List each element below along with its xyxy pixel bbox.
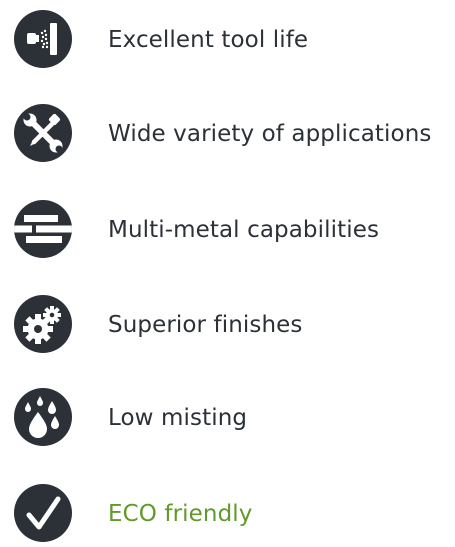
gears-icon xyxy=(14,295,72,353)
feature-item-multi-metal: Multi-metal capabilities xyxy=(0,193,455,263)
feature-item-eco: ECO friendly xyxy=(0,477,455,547)
feature-item-applications: Wide variety of applications xyxy=(0,97,455,167)
feature-item-low-misting: Low misting xyxy=(0,381,455,451)
checkmark-icon xyxy=(14,484,72,542)
feature-label-multi-metal: Multi-metal capabilities xyxy=(108,217,380,243)
feature-label-eco: ECO friendly xyxy=(108,501,253,527)
wrench-screwdriver-icon xyxy=(14,104,72,162)
spray-tool-icon xyxy=(14,10,72,68)
feature-label-tool-life: Excellent tool life xyxy=(108,27,309,53)
droplets-icon xyxy=(14,388,72,446)
metal-bars-icon xyxy=(14,200,72,258)
feature-label-finishes: Superior finishes xyxy=(108,312,303,338)
feature-label-applications: Wide variety of applications xyxy=(108,121,432,147)
feature-item-tool-life: Excellent tool life xyxy=(0,3,455,73)
feature-label-low-misting: Low misting xyxy=(108,405,248,431)
feature-item-finishes: Superior finishes xyxy=(0,288,455,358)
feature-list: Excellent tool life Wide variety of appl… xyxy=(0,0,455,542)
